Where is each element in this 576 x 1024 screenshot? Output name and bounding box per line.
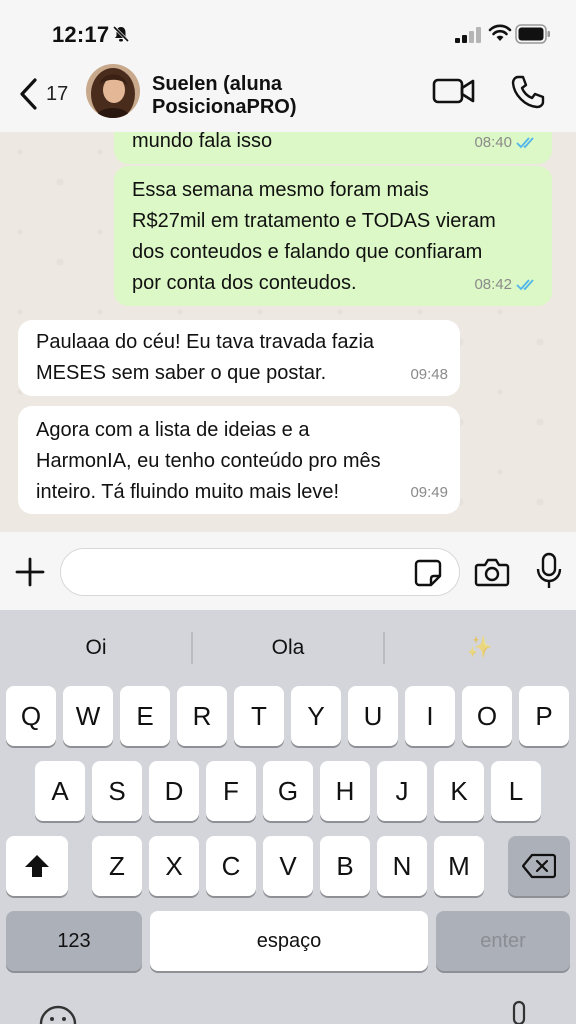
space-key[interactable]: espaço bbox=[150, 911, 428, 971]
key-l[interactable]: L bbox=[491, 761, 541, 821]
plus-icon[interactable] bbox=[14, 556, 46, 588]
key-e[interactable]: E bbox=[120, 686, 170, 746]
message-bubble-incoming[interactable]: Paulaaa do céu! Eu tava travada fazia ME… bbox=[18, 320, 460, 396]
key-y[interactable]: Y bbox=[291, 686, 341, 746]
back-chevron-icon bbox=[20, 78, 37, 110]
enter-key[interactable]: enter bbox=[436, 911, 570, 971]
emoji-icon[interactable] bbox=[38, 1004, 78, 1024]
key-w[interactable]: W bbox=[63, 686, 113, 746]
key-z[interactable]: Z bbox=[92, 836, 142, 896]
message-meta: 09:49 bbox=[410, 477, 448, 508]
contact-name[interactable]: Suelen (aluna PosicionaPRO) bbox=[152, 73, 402, 119]
wifi-icon bbox=[488, 24, 512, 41]
microphone-icon[interactable] bbox=[536, 552, 562, 590]
key-n[interactable]: N bbox=[377, 836, 427, 896]
shift-icon bbox=[25, 855, 49, 877]
key-a[interactable]: A bbox=[35, 761, 85, 821]
key-v[interactable]: V bbox=[263, 836, 313, 896]
key-r[interactable]: R bbox=[177, 686, 227, 746]
message-meta: 09:48 bbox=[410, 359, 448, 390]
key-q[interactable]: Q bbox=[6, 686, 56, 746]
read-ticks-icon bbox=[516, 278, 534, 290]
message-time: 08:42 bbox=[474, 276, 512, 293]
sticker-icon[interactable] bbox=[414, 559, 442, 587]
message-text: Agora com a lista de ideias e a HarmonIA… bbox=[36, 419, 381, 503]
back-button[interactable]: 17 bbox=[18, 74, 82, 114]
suggestion-2[interactable]: Ola bbox=[192, 610, 384, 686]
suggestion-1[interactable]: Oi bbox=[0, 610, 192, 686]
key-g[interactable]: G bbox=[263, 761, 313, 821]
message-time: 09:49 bbox=[410, 484, 448, 501]
key-m[interactable]: M bbox=[434, 836, 484, 896]
key-f[interactable]: F bbox=[206, 761, 256, 821]
message-meta: 08:40 bbox=[474, 132, 540, 158]
key-d[interactable]: D bbox=[149, 761, 199, 821]
bell-off-icon bbox=[112, 25, 130, 43]
numbers-key[interactable]: 123 bbox=[6, 911, 142, 971]
message-time: 08:40 bbox=[474, 134, 512, 151]
battery-icon bbox=[515, 24, 550, 44]
message-bubble-outgoing[interactable]: Essa semana mesmo foram mais R$27mil em … bbox=[114, 166, 552, 306]
backspace-key[interactable] bbox=[508, 836, 570, 896]
dictation-icon[interactable] bbox=[507, 1000, 531, 1024]
key-b[interactable]: B bbox=[320, 836, 370, 896]
chat-header: 17 Suelen (aluna PosicionaPRO) bbox=[0, 60, 576, 132]
key-c[interactable]: C bbox=[206, 836, 256, 896]
video-call-icon[interactable] bbox=[432, 76, 476, 106]
backspace-icon bbox=[522, 853, 556, 879]
key-j[interactable]: J bbox=[377, 761, 427, 821]
message-bubble-incoming[interactable]: Agora com a lista de ideias e a HarmonIA… bbox=[18, 406, 460, 514]
unread-count: 17 bbox=[46, 82, 69, 105]
key-o[interactable]: O bbox=[462, 686, 512, 746]
key-x[interactable]: X bbox=[149, 836, 199, 896]
message-text: Paulaaa do céu! Eu tava travada fazia ME… bbox=[36, 331, 375, 384]
keyboard: Oi Ola ✨ Q W E R T Y U I O P A S D F G H… bbox=[0, 610, 576, 1024]
key-h[interactable]: H bbox=[320, 761, 370, 821]
shift-key[interactable] bbox=[6, 836, 68, 896]
read-ticks-icon bbox=[516, 136, 534, 148]
message-composer bbox=[0, 532, 576, 610]
message-bubble-outgoing[interactable]: mundo fala isso 08:40 bbox=[114, 132, 552, 164]
phone-icon[interactable] bbox=[510, 74, 546, 110]
key-s[interactable]: S bbox=[92, 761, 142, 821]
signal-icon bbox=[455, 27, 481, 43]
key-i[interactable]: I bbox=[405, 686, 455, 746]
status-time: 12:17 bbox=[52, 22, 110, 47]
camera-icon[interactable] bbox=[474, 556, 510, 588]
key-t[interactable]: T bbox=[234, 686, 284, 746]
key-u[interactable]: U bbox=[348, 686, 398, 746]
chat-area[interactable]: mundo fala isso 08:40 Essa semana mesmo … bbox=[0, 132, 576, 532]
message-meta: 08:42 bbox=[474, 269, 540, 300]
suggestion-3[interactable]: ✨ bbox=[384, 610, 576, 686]
status-bar: 12:17 bbox=[0, 0, 576, 60]
avatar[interactable] bbox=[86, 64, 140, 118]
message-input[interactable] bbox=[60, 548, 460, 596]
message-time: 09:48 bbox=[410, 366, 448, 383]
key-p[interactable]: P bbox=[519, 686, 569, 746]
key-k[interactable]: K bbox=[434, 761, 484, 821]
